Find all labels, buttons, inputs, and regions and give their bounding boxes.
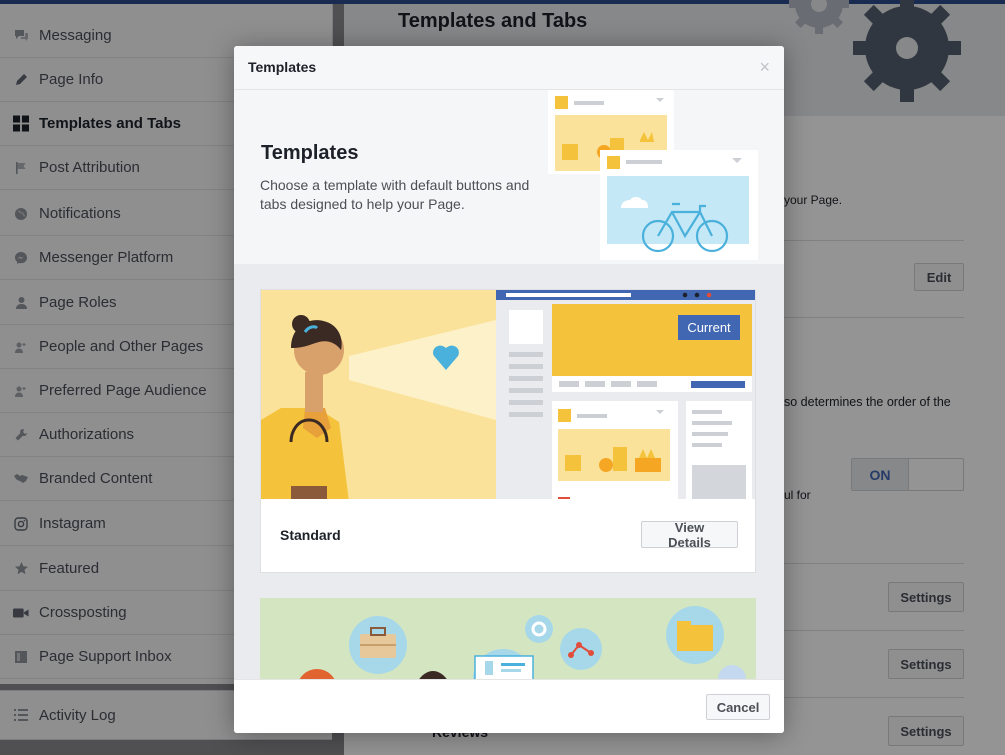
intro-description: Choose a template with default buttons a… <box>260 177 530 212</box>
dialog-header: Templates × <box>234 46 784 90</box>
view-details-button[interactable]: View Details <box>641 520 738 550</box>
template-card-next[interactable] <box>260 598 756 679</box>
next-template-preview <box>299 606 746 679</box>
templates-intro: Templates Choose a template with default… <box>234 90 784 264</box>
templates-list[interactable]: Current Standard View Details <box>234 264 784 679</box>
template-card-standard[interactable]: Current Standard View Details <box>260 289 756 573</box>
current-badge: Current <box>678 315 740 340</box>
dialog-footer: Cancel <box>234 679 784 733</box>
template-name: Standard <box>280 527 341 543</box>
page-background: Messaging Page Info Templates and Tabs P… <box>0 0 1005 755</box>
close-icon[interactable]: × <box>759 58 770 76</box>
cancel-button[interactable]: Cancel <box>706 694 770 720</box>
templates-dialog: Templates × Templates Choose a template … <box>234 46 784 733</box>
dialog-title: Templates <box>248 59 317 75</box>
intro-title: Templates <box>261 142 359 164</box>
templates-illustration <box>548 90 758 260</box>
